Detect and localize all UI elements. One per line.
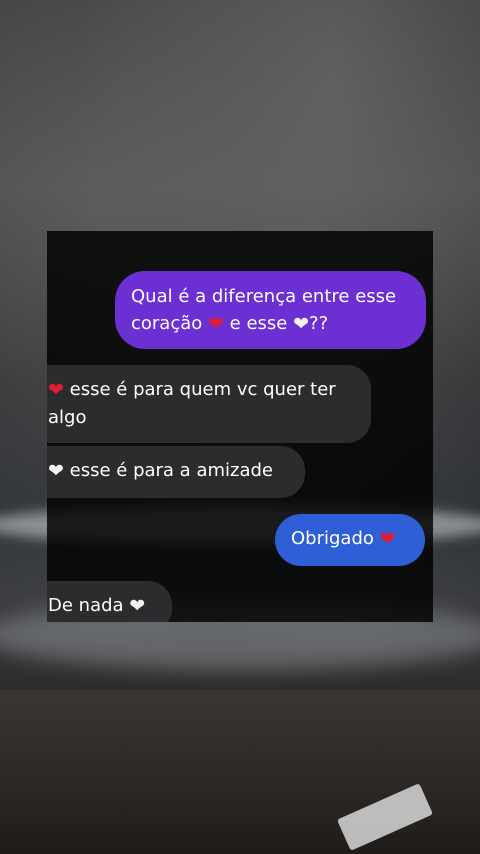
message-text: Obrigado [291,528,374,549]
red-heart-icon: ❤ [208,313,224,335]
received-message-bubble[interactable]: ❤ esse é para quem vc quer ter algo [47,365,371,443]
message-text: ?? [309,313,329,334]
message-text-line: coração ❤ e esse ❤?? [131,310,410,338]
beach-sand [0,690,480,854]
message-text: coração [131,313,203,334]
message-text-line: algo [48,407,87,428]
message-text: De nada [48,595,124,616]
message-text: e esse [229,313,288,334]
sent-message-bubble[interactable]: Obrigado ❤ [275,514,425,566]
message-text: esse é para quem vc quer ter [69,379,336,400]
message-text-line: ❤ esse é para quem vc quer ter [48,376,359,404]
message-text-line: Qual é a diferença entre esse [131,286,397,307]
chat-screenshot: Qual é a diferença entre esse coração ❤ … [47,231,433,622]
received-message-bubble[interactable]: De nada ❤ [47,581,172,622]
message-text: esse é para a amizade [69,460,273,481]
sent-message-bubble[interactable]: Qual é a diferença entre esse coração ❤ … [115,271,426,349]
white-heart-icon: ❤ [48,460,64,482]
red-heart-icon: ❤ [48,379,64,401]
white-heart-icon: ❤ [293,313,310,335]
white-heart-icon: ❤ [129,595,146,617]
received-message-bubble[interactable]: ❤ esse é para a amizade [47,446,305,498]
red-heart-icon: ❤ [379,528,396,550]
